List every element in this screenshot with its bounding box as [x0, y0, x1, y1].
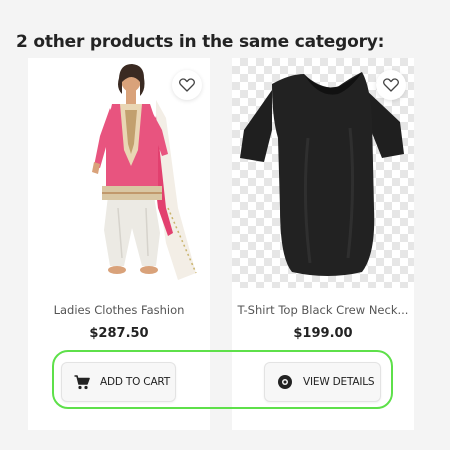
cart-icon: [74, 374, 90, 390]
product-card[interactable]: T-Shirt Top Black Crew Neck... $199.00 V…: [232, 58, 414, 430]
product-image[interactable]: [28, 58, 210, 288]
eye-icon: [277, 374, 293, 390]
product-price: $199.00: [293, 326, 353, 341]
wishlist-button[interactable]: [172, 70, 202, 100]
product-name[interactable]: Ladies Clothes Fashion: [28, 303, 210, 317]
add-to-cart-button[interactable]: ADD TO CART: [61, 362, 176, 402]
product-name[interactable]: T-Shirt Top Black Crew Neck...: [232, 303, 414, 317]
product-card[interactable]: Ladies Clothes Fashion $287.50 ADD TO CA…: [28, 58, 210, 430]
add-to-cart-label: ADD TO CART: [100, 376, 170, 388]
product-price: $287.50: [89, 326, 149, 341]
section-title: 2 other products in the same category:: [16, 32, 385, 52]
heart-icon: [179, 78, 195, 92]
product-image[interactable]: [232, 58, 414, 288]
view-details-label: VIEW DETAILS: [303, 376, 375, 388]
view-details-button[interactable]: VIEW DETAILS: [264, 362, 381, 402]
wishlist-button[interactable]: [376, 70, 406, 100]
heart-icon: [383, 78, 399, 92]
